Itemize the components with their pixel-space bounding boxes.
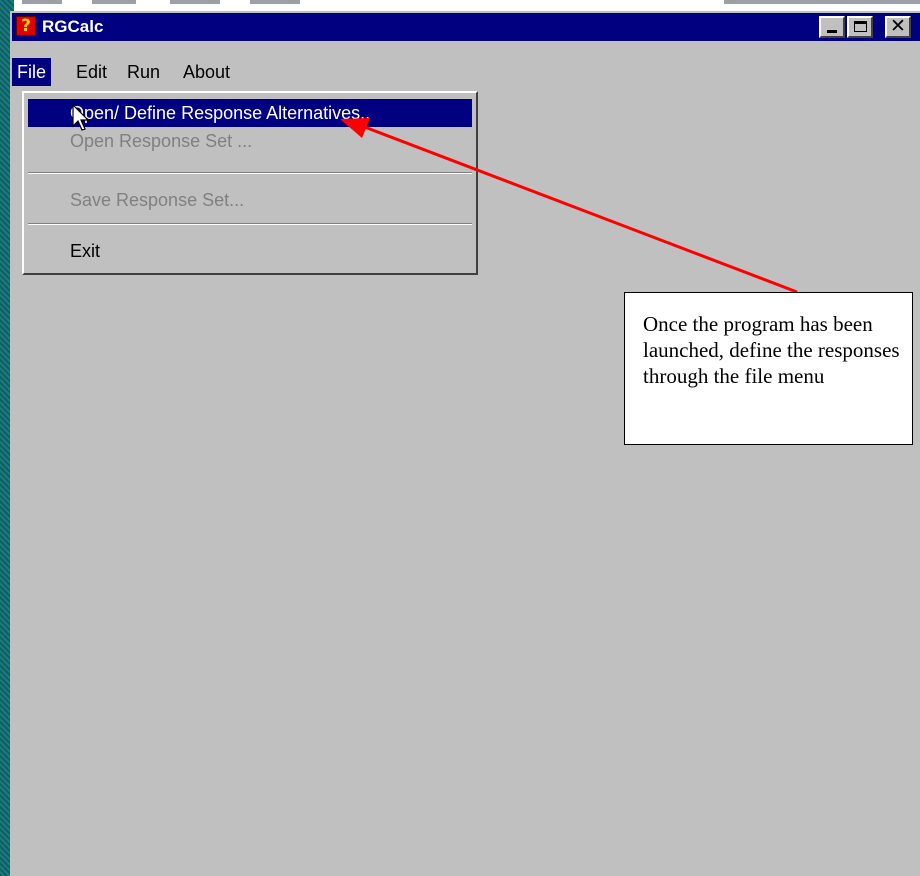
annotation-callout: Once the program has been launched, defi…	[624, 292, 913, 445]
callout-text: Once the program has been launched, defi…	[643, 312, 900, 388]
arrow-cursor-icon	[72, 104, 90, 131]
